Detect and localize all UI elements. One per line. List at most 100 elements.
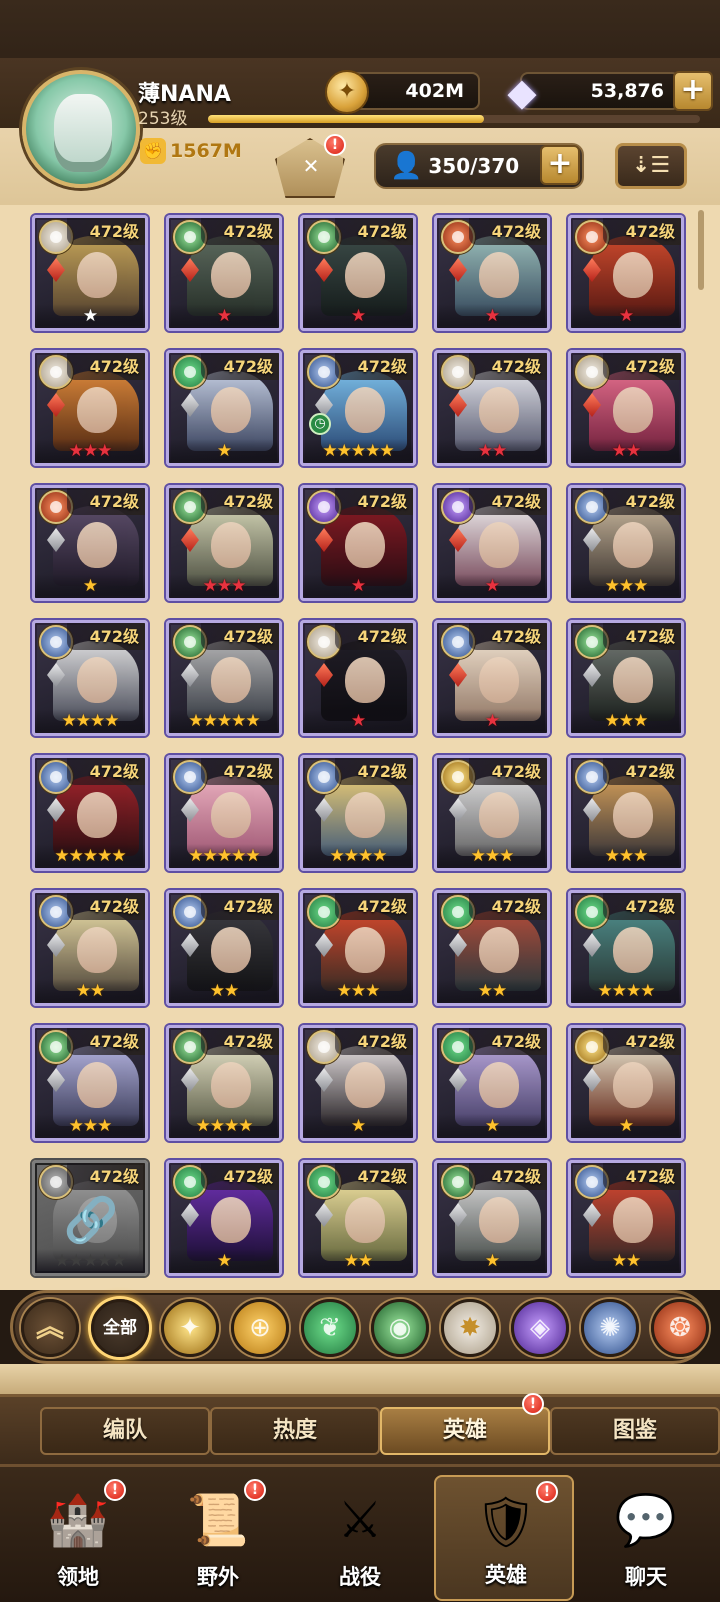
hero-card[interactable]: 472级 ★ [568, 215, 684, 331]
hero-card[interactable]: 472级 ★ [166, 215, 282, 331]
hero-card[interactable]: 472级 ★★★★★ [166, 620, 282, 736]
hero-level: 472级 [469, 893, 547, 920]
hero-card[interactable]: 472级 ★★★ [300, 890, 416, 1006]
nav-wilderness[interactable]: 📜 野外 ! [148, 1475, 288, 1601]
hero-card[interactable]: ◷ 472级 ★★★★★ [300, 350, 416, 466]
add-gems-button[interactable]: + [673, 71, 713, 111]
hero-stars: ★★★ [35, 1114, 145, 1138]
hero-card[interactable]: 472级 ★★★ [568, 485, 684, 601]
hero-stars: ★ [437, 1114, 547, 1138]
expand-hero-slots-button[interactable]: + [540, 145, 580, 185]
hero-card[interactable]: 472级 ★★ [568, 350, 684, 466]
hero-card[interactable]: 472级 ★ [300, 620, 416, 736]
hero-card[interactable]: 472级 ★ [166, 1160, 282, 1276]
mauler-filter-icon[interactable]: ⊕ [231, 1299, 289, 1357]
hero-card[interactable]: 472级 ★★★ [434, 755, 550, 871]
hero-card[interactable]: 472级 ★★ [434, 350, 550, 466]
hero-card[interactable]: 472级 ★★ [166, 890, 282, 1006]
nav-heroes[interactable]: 🛡 英雄 ! [434, 1475, 574, 1601]
person-icon: 👤 [390, 151, 423, 181]
graveborn-filter-icon[interactable]: ◉ [371, 1299, 429, 1357]
wilder-filter-icon[interactable]: ❦ [301, 1299, 359, 1357]
filter-all-button[interactable]: 全部 [91, 1299, 149, 1357]
gem-value: 53,876 [590, 80, 664, 102]
hero-level: 472级 [603, 758, 681, 785]
hero-card[interactable]: 472级 ★★★ [32, 350, 148, 466]
lightbearer-filter-icon[interactable]: ✦ [161, 1299, 219, 1357]
hero-stars: ★ [35, 574, 145, 598]
hero-level: 472级 [469, 623, 547, 650]
hero-list[interactable]: 472级 ★ 472级 ★ 472级 ★ 472级 ★ 472级 ★ 472级 ★★★ 472级 ★ ◷ 47… [0, 205, 720, 1290]
hero-card[interactable]: 472级 ★★★★ [166, 1025, 282, 1141]
nav-chat[interactable]: 💬 聊天 [576, 1475, 716, 1601]
hero-card[interactable]: 472级 ★★★★ [568, 890, 684, 1006]
hero-card[interactable]: 472级 ★ [32, 215, 148, 331]
hero-stars: ★ [35, 304, 145, 328]
hypogean-filter-icon[interactable]: ◈ [511, 1299, 569, 1357]
collapse-up-icon[interactable]: ︽ [21, 1299, 79, 1357]
hero-card[interactable]: 472级 ★★★★ [300, 755, 416, 871]
hero-stars: ★★★★ [35, 709, 145, 733]
hero-card[interactable]: 472级 ★ [568, 1025, 684, 1141]
hero-card[interactable]: 472级 ★ [434, 485, 550, 601]
hero-card[interactable]: 472级 ★ [166, 350, 282, 466]
nav-chat-label: 聊天 [625, 1565, 667, 1589]
hero-card[interactable]: 472级 ★ [300, 485, 416, 601]
hero-stars: ★★★★ [169, 1114, 279, 1138]
hero-card[interactable]: 472级 ★★★★ [32, 620, 148, 736]
tab-popularity[interactable]: 热度 [210, 1407, 380, 1455]
hero-card[interactable]: 472级 ★★★ [166, 485, 282, 601]
clock-icon: ◷ [309, 413, 331, 435]
dimensional-filter-icon[interactable]: ✺ [581, 1299, 639, 1357]
hero-card[interactable]: 472级 ★ [434, 620, 550, 736]
hero-level: 472级 [201, 893, 279, 920]
hero-card[interactable]: 472级 ★ [434, 1025, 550, 1141]
hero-card[interactable]: 472级 ★★ [32, 890, 148, 1006]
helmet-sword-icon: 🛡 [474, 1493, 538, 1551]
chat-bubble-icon: 💬 [614, 1491, 678, 1549]
hero-card[interactable]: 472级 ★★ [568, 1160, 684, 1276]
hero-card[interactable]: 472级 ★★★ [568, 755, 684, 871]
hero-list-scrollbar[interactable] [698, 210, 704, 290]
hero-card[interactable]: 472级 ★★★★★ [32, 755, 148, 871]
nav-territory[interactable]: 🏰 领地 ! [8, 1475, 148, 1601]
hero-level: 472级 [67, 893, 145, 920]
hero-card[interactable]: 472级 ★★★★★ [166, 755, 282, 871]
tab-heroes[interactable]: 英雄 [380, 1407, 550, 1455]
hero-level: 472级 [603, 488, 681, 515]
hero-card[interactable]: 472级 ★★★ [568, 620, 684, 736]
hero-stars: ★★★ [571, 709, 681, 733]
hero-card[interactable]: 472级 ★★ [300, 1160, 416, 1276]
hero-card[interactable]: 🔗 472级 ★★★★★ [32, 1160, 148, 1276]
hero-card[interactable]: 472级 ★ [434, 215, 550, 331]
hero-card[interactable]: 472级 ★ [300, 215, 416, 331]
fire-filter-icon[interactable]: ❂ [651, 1299, 709, 1357]
nav-campaign[interactable]: ⚔ 战役 [290, 1475, 430, 1601]
hero-stars: ★ [303, 709, 413, 733]
hero-stars: ★ [437, 1249, 547, 1273]
hero-card[interactable]: 472级 ★ [300, 1025, 416, 1141]
hero-stars: ★★★★ [571, 979, 681, 1003]
hero-card[interactable]: 472级 ★ [434, 1160, 550, 1276]
celestial-filter-icon[interactable]: ✸ [441, 1299, 499, 1357]
hero-stars: ★ [169, 439, 279, 463]
sort-button[interactable]: ⇣☰ [615, 143, 687, 189]
hero-card[interactable]: 472级 ★★★ [32, 1025, 148, 1141]
hero-level: 472级 [67, 1163, 145, 1190]
hero-card[interactable]: 472级 ★★ [434, 890, 550, 1006]
hero-count-value: 350/370 [428, 154, 520, 178]
hero-level: 472级 [469, 1163, 547, 1190]
hero-level: 472级 [335, 1028, 413, 1055]
hero-level: 472级 [469, 488, 547, 515]
hero-stars: ★ [303, 304, 413, 328]
hero-stars: ★ [303, 574, 413, 598]
hero-level: 472级 [469, 353, 547, 380]
tab-compendium[interactable]: 图鉴 [550, 1407, 720, 1455]
player-avatar[interactable] [22, 70, 140, 188]
hero-stars: ★ [437, 709, 547, 733]
experience-fill [208, 115, 484, 123]
hero-card[interactable]: 472级 ★ [32, 485, 148, 601]
hero-stars: ★★ [437, 979, 547, 1003]
tab-formation[interactable]: 编队 [40, 1407, 210, 1455]
hero-level: 472级 [201, 623, 279, 650]
